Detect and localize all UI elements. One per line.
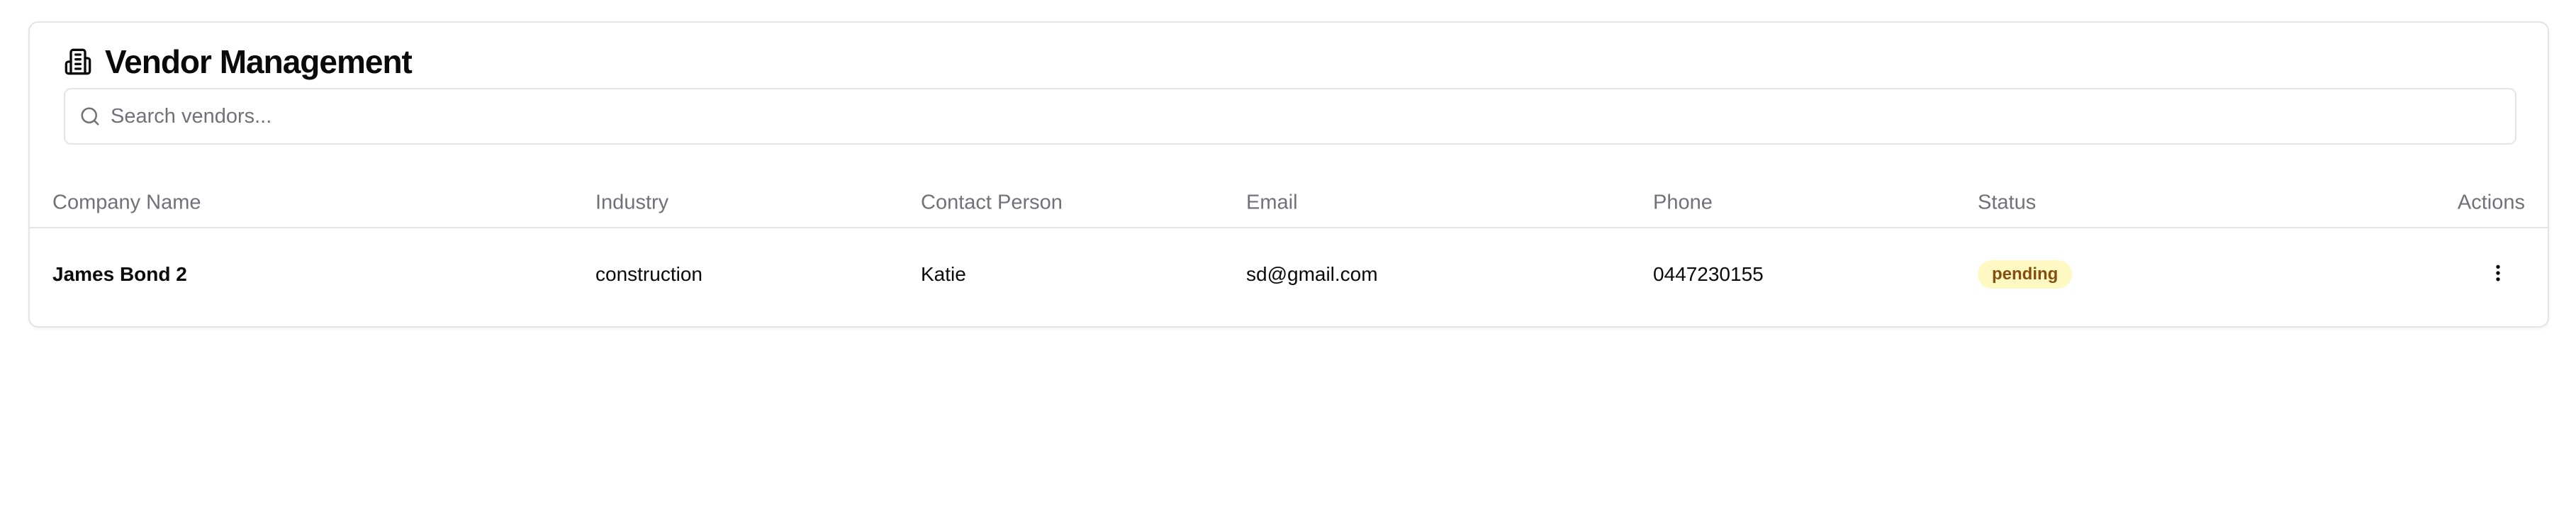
column-header-company-name[interactable]: Company Name [52,191,201,215]
contact-person-cell: Katie [921,263,966,285]
column-header-email[interactable]: Email [1246,191,1298,215]
page-title: Vendor Management [105,43,413,80]
row-actions-button[interactable] [2484,260,2512,289]
status-badge: pending [1978,260,2073,289]
column-header-actions: Actions [2457,191,2525,214]
page-header: Vendor Management [64,43,413,81]
search-input[interactable] [111,104,2450,128]
email-cell: sd@gmail.com [1246,263,1378,285]
vendor-card: Vendor Management Company Name Industry … [28,21,2549,328]
column-header-phone[interactable]: Phone [1653,191,1713,215]
search-box[interactable] [64,88,2516,145]
column-header-status[interactable]: Status [1978,191,2036,215]
phone-cell: 0447230155 [1653,263,1764,285]
table-header: Company Name Industry Contact Person Ema… [30,179,2548,228]
company-name-cell: James Bond 2 [52,263,187,285]
building-icon [64,48,92,76]
status-cell: pending [1978,260,2073,289]
search-icon [79,106,101,127]
column-header-contact-person[interactable]: Contact Person [921,191,1063,215]
table-row[interactable]: James Bond 2 construction Katie sd@gmail… [30,228,2548,321]
column-header-industry[interactable]: Industry [595,191,668,215]
more-vertical-icon [2487,262,2509,287]
industry-cell: construction [595,263,702,285]
